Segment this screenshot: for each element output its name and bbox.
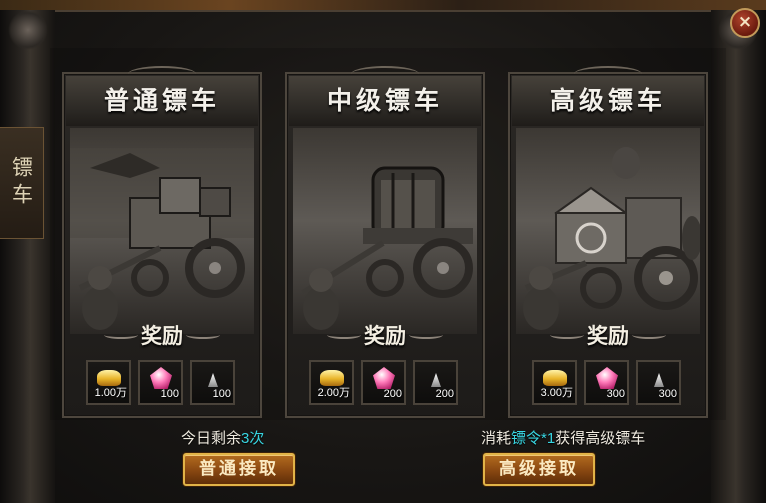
- pink-gem-icon: [150, 367, 172, 389]
- item-quantity: 300: [658, 388, 677, 400]
- silver-shard-icon: [208, 373, 218, 387]
- advanced-accept-button[interactable]: 高级接取: [483, 453, 595, 486]
- reward-items: 1.00万 100 100: [86, 360, 235, 405]
- item-quantity: 200: [383, 388, 402, 400]
- cost-token: 镖令*1: [511, 430, 556, 447]
- reward-item-gem[interactable]: 300: [584, 360, 629, 405]
- card-title: 普通镖车: [103, 86, 220, 115]
- reward-item-gem[interactable]: 200: [361, 360, 406, 405]
- dragon-head-icon: [8, 10, 48, 50]
- tab-label: 镖车: [9, 156, 34, 210]
- advanced-cart-icon: [523, 147, 700, 330]
- reward-item-gold[interactable]: 1.00万: [86, 360, 131, 405]
- item-quantity: 300: [606, 388, 625, 400]
- reward-label: 奖励: [587, 324, 629, 348]
- reward-item-gold[interactable]: 2.00万: [309, 360, 354, 405]
- normal-cart-icon: [70, 148, 254, 330]
- item-quantity: 100: [160, 388, 179, 400]
- swirl-ornament-icon: [104, 331, 138, 339]
- cart-illustration: [516, 128, 700, 334]
- card-title: 中级镖车: [326, 86, 443, 115]
- cloud-ornament-icon: [574, 66, 642, 82]
- reward-item-shard[interactable]: 100: [190, 360, 235, 405]
- close-button[interactable]: ×: [730, 8, 760, 38]
- medium-cart-icon: [301, 166, 473, 330]
- reward-heading: 奖励: [510, 320, 706, 350]
- item-quantity: 3.00万: [540, 387, 573, 399]
- card-title-bar: 普通镖车: [66, 66, 258, 126]
- cart-illustration: [293, 128, 477, 334]
- remaining-count: 3次: [241, 430, 265, 447]
- left-dragon-pillar: [0, 10, 55, 503]
- pink-gem-icon: [373, 367, 395, 389]
- item-quantity: 100: [212, 388, 231, 400]
- swirl-ornament-icon: [409, 331, 443, 339]
- cost-prefix: 消耗: [481, 430, 512, 447]
- reward-items: 2.00万 200 200: [309, 360, 458, 405]
- reward-item-shard[interactable]: 200: [413, 360, 458, 405]
- reward-item-gem[interactable]: 100: [138, 360, 183, 405]
- silver-shard-icon: [654, 373, 664, 387]
- reward-item-gold[interactable]: 3.00万: [532, 360, 577, 405]
- reward-item-shard[interactable]: 300: [636, 360, 681, 405]
- reward-heading: 奖励: [64, 320, 260, 350]
- reward-heading: 奖励: [287, 320, 483, 350]
- item-quantity: 2.00万: [317, 387, 350, 399]
- cart-illustration: [70, 128, 254, 334]
- tab-escort-cart[interactable]: 镖车: [0, 127, 44, 239]
- remaining-prefix: 今日剩余: [181, 430, 242, 447]
- cloud-ornament-icon: [351, 66, 419, 82]
- swirl-ornament-icon: [327, 331, 361, 339]
- advanced-cost-text: 消耗镖令*1获得高级镖车: [481, 427, 645, 448]
- pink-gem-icon: [596, 367, 618, 389]
- card-title: 高级镖车: [549, 86, 666, 115]
- swirl-ornament-icon: [550, 331, 584, 339]
- cloud-ornament-icon: [128, 66, 196, 82]
- card-advanced-cart: 高级镖车 奖励 3.00万 300 300: [508, 66, 708, 418]
- card-title-bar: 中级镖车: [289, 66, 481, 126]
- card-normal-cart: 普通镖车 奖励 1.00万 100 100: [62, 66, 262, 418]
- reward-items: 3.00万 300 300: [532, 360, 681, 405]
- cost-suffix: 获得高级镖车: [555, 430, 646, 447]
- card-medium-cart: 中级镖车 奖励 2.00万 200 200: [285, 66, 485, 418]
- item-quantity: 200: [435, 388, 454, 400]
- item-quantity: 1.00万: [94, 387, 127, 399]
- normal-accept-button[interactable]: 普通接取: [183, 453, 295, 486]
- swirl-ornament-icon: [632, 331, 666, 339]
- card-title-bar: 高级镖车: [512, 66, 704, 126]
- swirl-ornament-icon: [186, 331, 220, 339]
- remaining-attempts-text: 今日剩余3次: [181, 427, 264, 448]
- reward-label: 奖励: [364, 324, 406, 348]
- silver-shard-icon: [431, 373, 441, 387]
- reward-label: 奖励: [141, 324, 183, 348]
